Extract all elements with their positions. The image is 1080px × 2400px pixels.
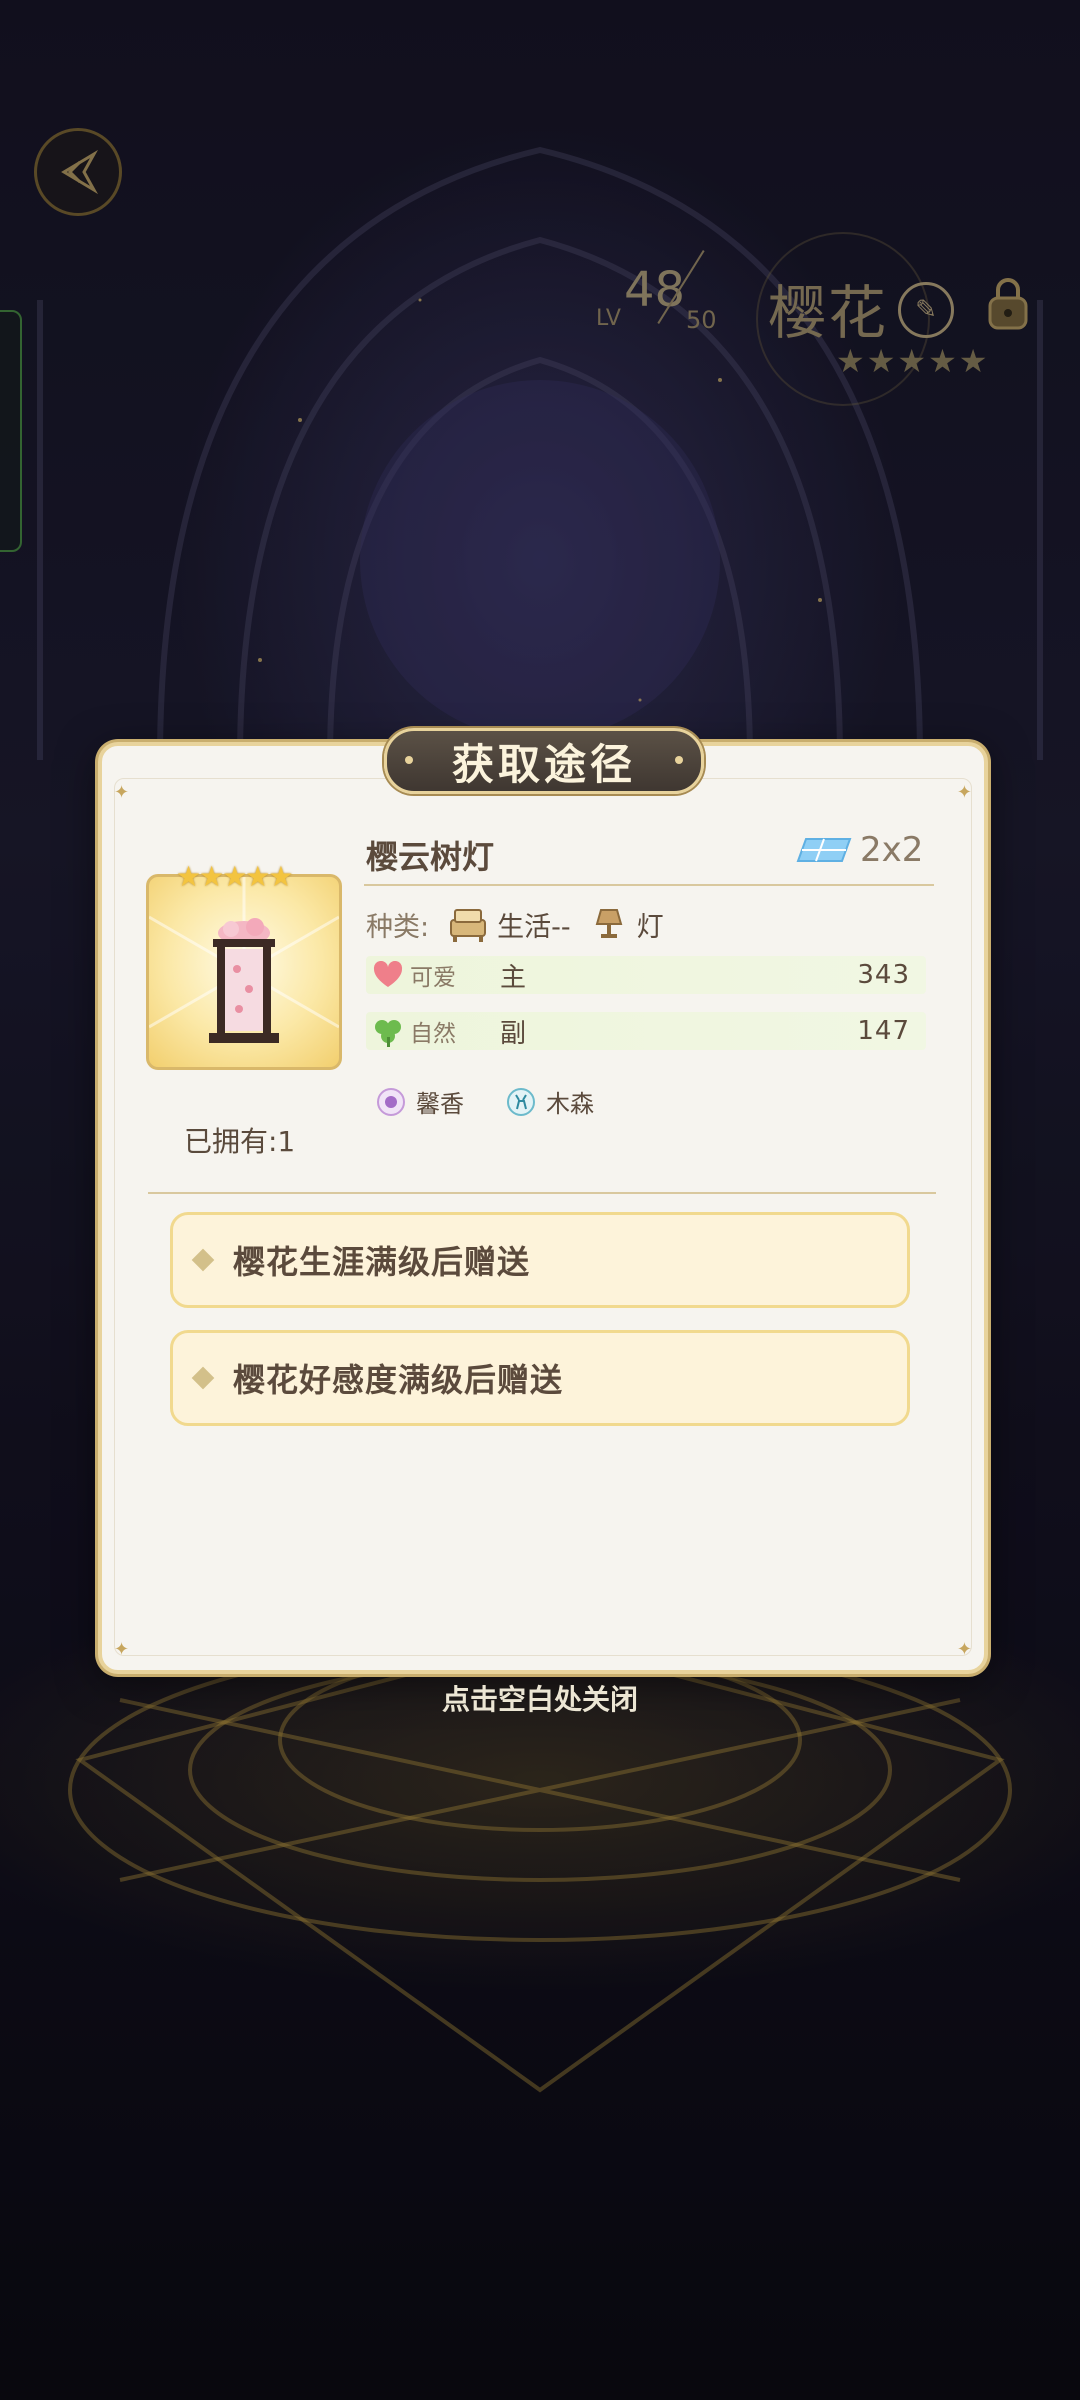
item-type-row: 种类: 生活-- 灯 [366,904,664,944]
stat-label: 自然 [410,1021,456,1047]
item-thumbnail [146,874,342,1070]
heart-icon [373,961,403,987]
corner-ornament: ✦ [956,1639,972,1660]
deer-icon [507,1087,535,1116]
source-option-career[interactable]: 樱花生涯满级后赠送 [170,1212,910,1308]
item-tags: 馨香 木森 [376,1084,636,1119]
stat-role: 副 [500,1018,527,1049]
plaque-dot [675,756,683,764]
acquisition-dialog: ✦ ✦ ✦ ✦ 获取途径 ★★★★★ 已拥有:1 樱云树灯 2x2 种类: 生活… [98,728,988,1674]
corner-ornament: ✦ [956,782,972,803]
item-size-value: 2x2 [860,830,924,870]
corner-ornament: ✦ [114,782,130,803]
item-rarity-stars: ★★★★★ [176,860,294,893]
diamond-bullet-icon [191,1366,215,1390]
dialog-title: 获取途径 [451,739,636,789]
tag-fragrance: 馨香 [376,1084,464,1119]
item-category: 生活-- [497,911,571,943]
source-label: 樱花生涯满级后赠送 [233,1243,531,1281]
diamond-bullet-icon [191,1248,215,1272]
type-label: 种类: [366,911,430,943]
divider [364,884,934,886]
floor-tile-icon [796,838,852,862]
clover-icon [375,1020,401,1047]
item-size: 2x2 [796,830,923,870]
corner-ornament: ✦ [114,1639,130,1660]
source-label: 樱花好感度满级后赠送 [233,1361,564,1399]
tag-woodland: 木森 [506,1084,594,1119]
fragrance-icon [377,1087,405,1116]
tree-lamp-icon [149,877,339,1043]
stat-role: 主 [500,962,527,993]
source-option-affection[interactable]: 樱花好感度满级后赠送 [170,1330,910,1426]
item-name: 樱云树灯 [366,838,495,876]
stat-label: 可爱 [410,965,456,991]
stat-row-cute: 可爱 主 343 [366,956,926,994]
tag-label: 馨香 [416,1090,464,1118]
plaque-dot [405,756,413,764]
dialog-title-plaque: 获取途径 [384,728,704,794]
stat-row-nature: 自然 副 147 [366,1012,926,1050]
close-hint[interactable]: 点击空白处关闭 [0,1678,1080,1718]
section-divider [148,1192,936,1194]
stat-value: 343 [857,960,910,990]
tag-label: 木森 [546,1090,594,1118]
owned-count: 已拥有:1 [184,1125,296,1158]
item-subcategory: 灯 [636,911,664,943]
stat-value: 147 [857,1016,910,1046]
lamp-icon [595,909,622,938]
furniture-icon [450,909,487,942]
